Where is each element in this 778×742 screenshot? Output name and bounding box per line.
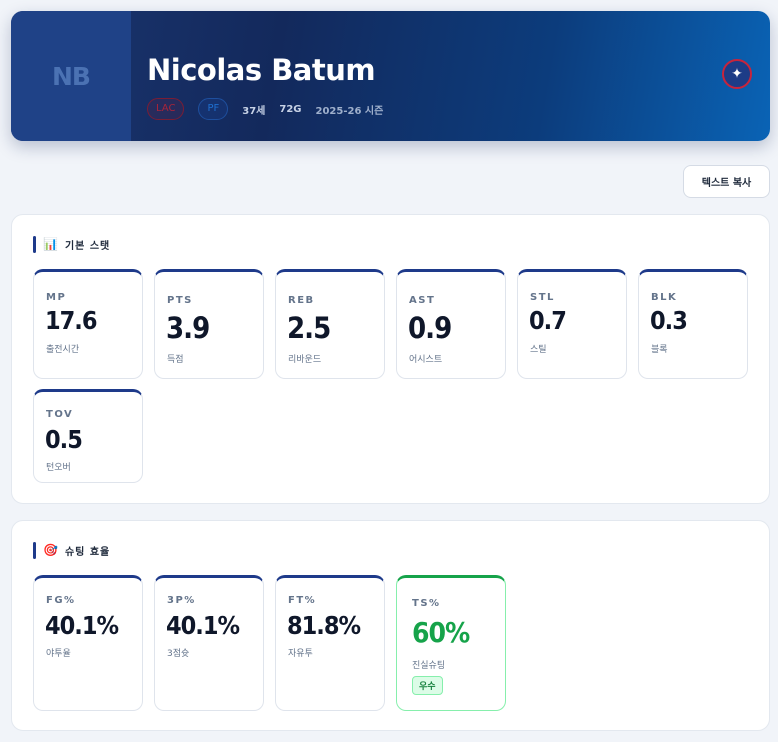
stat-value: 17.6 [45,306,97,335]
bar-chart-icon: 📊 [43,237,58,251]
stat-value: 81.8% [287,611,361,640]
stat-value: 60% [412,616,470,649]
team-logo-icon: ✦ [722,59,752,89]
copy-text-button[interactable]: 텍스트 복사 [683,165,770,198]
basic-stats-panel: 📊 기본 스탯 MP 17.6 출전시간 PTS 3.9 득점 REB 2.5 … [11,214,770,504]
stat-card-stl: STL 0.7 스틸 [517,269,627,379]
section-accent-bar [33,541,36,559]
avatar-initials: NB [52,61,91,91]
stat-abbr: TS% [412,598,441,609]
stat-abbr: MP [46,292,67,303]
stat-abbr: REB [288,295,315,306]
section-title: 📊 기본 스탯 [33,235,110,253]
stat-label: 3점슛 [167,649,190,659]
target-icon: 🎯 [43,543,58,557]
stat-abbr: TOV [46,409,74,420]
stat-abbr: FG% [46,595,76,606]
stat-value: 0.7 [529,306,567,335]
player-name: Nicolas Batum [147,53,376,87]
stat-label: 야투율 [46,649,71,659]
stat-card-blk: BLK 0.3 블록 [638,269,748,379]
stat-value: 2.5 [287,311,331,345]
position-badge: PF [198,98,229,120]
stat-card-pts: PTS 3.9 득점 [154,269,264,379]
stat-label: 득점 [167,355,184,365]
stat-value: 40.1% [166,611,240,640]
stat-label: 어시스트 [409,355,443,365]
shooting-panel: 🎯 슈팅 효율 FG% 40.1% 야투율 3P% 40.1% 3점슛 FT% … [11,520,770,731]
section-title-label: 기본 스탯 [64,240,111,252]
stat-label: 진실슈팅 [412,661,446,671]
stat-card-ast: AST 0.9 어시스트 [396,269,506,379]
stat-abbr: STL [530,292,555,303]
stat-label: 출전시간 [46,345,80,355]
season-label: 2025-26 시즌 [315,105,384,117]
stat-card-tov: TOV 0.5 턴오버 [33,389,143,483]
rating-badge: 우수 [412,676,443,695]
stat-abbr: BLK [651,292,678,303]
stat-abbr: PTS [167,295,193,306]
stat-label: 리바운드 [288,355,322,365]
player-age: 37세 [242,105,266,117]
stat-value: 40.1% [45,611,119,640]
stat-value: 0.9 [408,311,452,345]
games-played: 72G [279,103,302,115]
stat-label: 스틸 [530,345,547,355]
player-header: NB Nicolas Batum LAC PF 37세 72G 2025-26 … [11,11,770,141]
stat-label: 턴오버 [46,463,71,473]
stat-card-mp: MP 17.6 출전시간 [33,269,143,379]
stat-card-fg-pct: FG% 40.1% 야투율 [33,575,143,711]
stat-value: 0.5 [45,425,83,454]
stat-label: 자유투 [288,649,313,659]
section-title: 🎯 슈팅 효율 [33,541,110,559]
section-title-label: 슈팅 효율 [64,546,111,558]
player-meta: LAC PF 37세 72G 2025-26 시즌 [147,98,383,120]
section-accent-bar [33,235,36,253]
team-badge: LAC [147,98,185,120]
stat-abbr: AST [409,295,436,306]
stat-value: 3.9 [166,311,210,345]
stat-abbr: 3P% [167,595,196,606]
stat-label: 블록 [651,345,668,355]
stat-abbr: FT% [288,595,317,606]
stat-value: 0.3 [650,306,688,335]
stat-card-ft-pct: FT% 81.8% 자유투 [275,575,385,711]
stat-card-reb: REB 2.5 리바운드 [275,269,385,379]
avatar: NB [11,11,131,141]
stat-card-ts-pct: TS% 60% 진실슈팅 우수 [396,575,506,711]
stat-card-3p-pct: 3P% 40.1% 3점슛 [154,575,264,711]
